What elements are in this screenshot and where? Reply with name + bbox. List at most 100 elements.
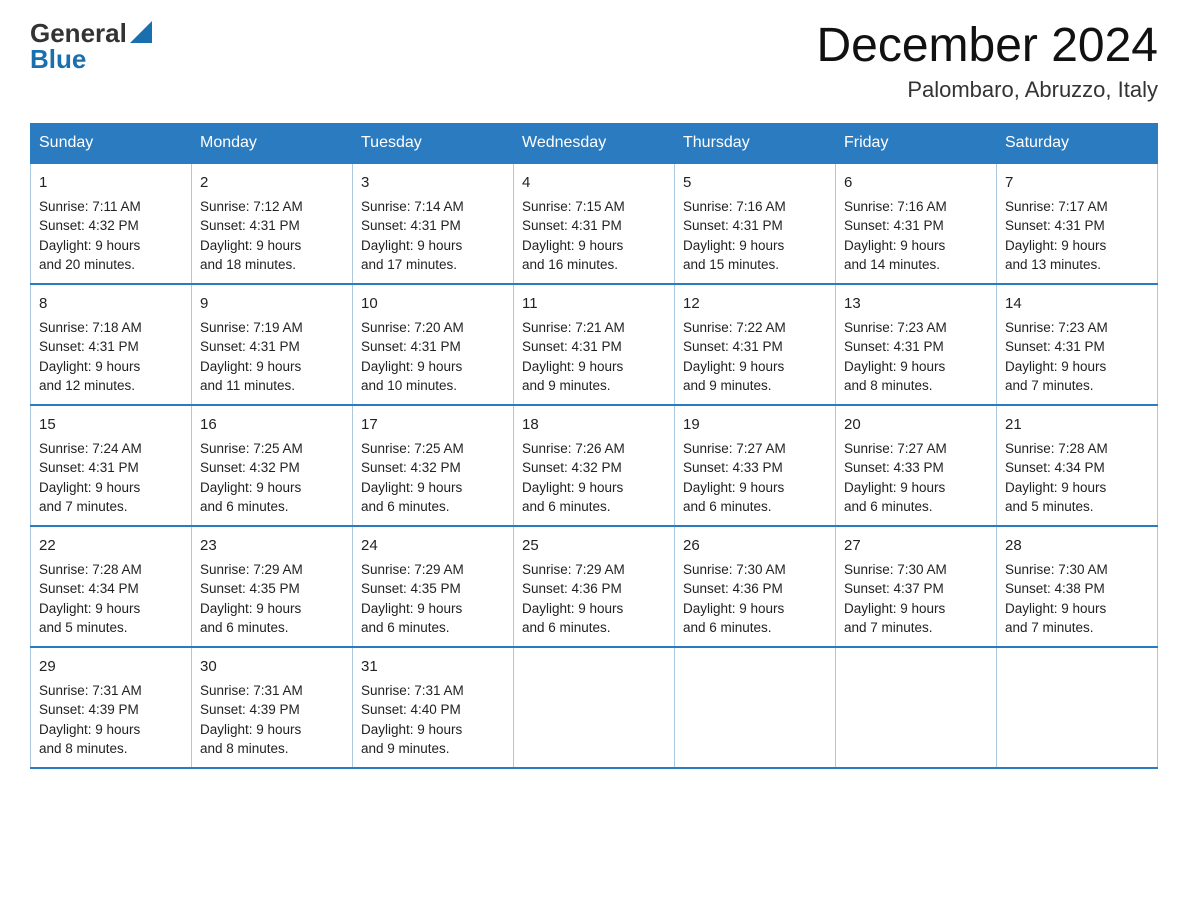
day-info: Sunrise: 7:25 AMSunset: 4:32 PMDaylight:… xyxy=(361,439,505,517)
logo: General Blue xyxy=(30,20,152,72)
week-row-4: 22 Sunrise: 7:28 AMSunset: 4:34 PMDayligh… xyxy=(31,526,1158,647)
calendar-cell: 4Sunrise: 7:15 AMSunset: 4:31 PMDaylight… xyxy=(514,163,675,284)
day-info: Sunrise: 7:30 AMSunset: 4:38 PMDaylight:… xyxy=(1005,560,1149,638)
calendar-cell: 8 Sunrise: 7:18 AMSunset: 4:31 PMDaylight… xyxy=(31,284,192,405)
calendar-cell: 16Sunrise: 7:25 AMSunset: 4:32 PMDayligh… xyxy=(192,405,353,526)
day-info: Sunrise: 7:22 AMSunset: 4:31 PMDaylight:… xyxy=(683,318,827,396)
header-monday: Monday xyxy=(192,123,353,163)
header-friday: Friday xyxy=(836,123,997,163)
day-number: 24 xyxy=(361,535,505,557)
day-number: 18 xyxy=(522,414,666,436)
calendar-cell: 24 Sunrise: 7:29 AMSunset: 4:35 PMDayligh… xyxy=(353,526,514,647)
day-info: Sunrise: 7:29 AMSunset: 4:35 PMDaylight:… xyxy=(361,560,505,638)
calendar-cell: 17 Sunrise: 7:25 AMSunset: 4:32 PMDayligh… xyxy=(353,405,514,526)
day-info: Sunrise: 7:26 AMSunset: 4:32 PMDaylight:… xyxy=(522,439,666,517)
calendar-cell xyxy=(514,647,675,768)
week-row-3: 15 Sunrise: 7:24 AMSunset: 4:31 PMDayligh… xyxy=(31,405,1158,526)
header-tuesday: Tuesday xyxy=(353,123,514,163)
day-number: 26 xyxy=(683,535,827,557)
calendar-cell: 26 Sunrise: 7:30 AMSunset: 4:36 PMDayligh… xyxy=(675,526,836,647)
day-number: 17 xyxy=(361,414,505,436)
calendar-cell: 5Sunrise: 7:16 AMSunset: 4:31 PMDaylight… xyxy=(675,163,836,284)
day-info: Sunrise: 7:28 AMSunset: 4:34 PMDaylight:… xyxy=(1005,439,1149,517)
day-info: Sunrise: 7:16 AMSunset: 4:31 PMDaylight:… xyxy=(683,197,827,275)
calendar-cell: 2 Sunrise: 7:12 AMSunset: 4:31 PMDaylight… xyxy=(192,163,353,284)
day-number: 19 xyxy=(683,414,827,436)
day-info: Sunrise: 7:16 AMSunset: 4:31 PMDaylight:… xyxy=(844,197,988,275)
header-wednesday: Wednesday xyxy=(514,123,675,163)
day-number: 2 xyxy=(200,172,344,194)
day-number: 23 xyxy=(200,535,344,557)
day-info: Sunrise: 7:11 AMSunset: 4:32 PMDaylight:… xyxy=(39,197,183,275)
calendar-cell: 20 Sunrise: 7:27 AMSunset: 4:33 PMDayligh… xyxy=(836,405,997,526)
calendar-cell: 7Sunrise: 7:17 AMSunset: 4:31 PMDaylight… xyxy=(997,163,1158,284)
day-info: Sunrise: 7:30 AMSunset: 4:36 PMDaylight:… xyxy=(683,560,827,638)
day-info: Sunrise: 7:12 AMSunset: 4:31 PMDaylight:… xyxy=(200,197,344,275)
calendar-cell: 30 Sunrise: 7:31 AMSunset: 4:39 PMDayligh… xyxy=(192,647,353,768)
calendar-cell: 27 Sunrise: 7:30 AMSunset: 4:37 PMDayligh… xyxy=(836,526,997,647)
day-number: 6 xyxy=(844,172,988,194)
calendar-cell: 11 Sunrise: 7:21 AMSunset: 4:31 PMDayligh… xyxy=(514,284,675,405)
day-number: 12 xyxy=(683,293,827,315)
day-number: 20 xyxy=(844,414,988,436)
calendar-cell xyxy=(836,647,997,768)
day-number: 27 xyxy=(844,535,988,557)
calendar-cell xyxy=(997,647,1158,768)
calendar-cell: 14 Sunrise: 7:23 AMSunset: 4:31 PMDayligh… xyxy=(997,284,1158,405)
day-number: 25 xyxy=(522,535,666,557)
day-number: 11 xyxy=(522,293,666,315)
calendar-cell: 23 Sunrise: 7:29 AMSunset: 4:35 PMDayligh… xyxy=(192,526,353,647)
day-number: 22 xyxy=(39,535,183,557)
header-thursday: Thursday xyxy=(675,123,836,163)
day-number: 4 xyxy=(522,172,666,194)
month-title: December 2024 xyxy=(816,20,1158,73)
day-number: 16 xyxy=(200,414,344,436)
day-number: 9 xyxy=(200,293,344,315)
day-info: Sunrise: 7:24 AMSunset: 4:31 PMDaylight:… xyxy=(39,439,183,517)
calendar-cell: 6 Sunrise: 7:16 AMSunset: 4:31 PMDaylight… xyxy=(836,163,997,284)
day-info: Sunrise: 7:29 AMSunset: 4:36 PMDaylight:… xyxy=(522,560,666,638)
calendar-cell: 1 Sunrise: 7:11 AMSunset: 4:32 PMDaylight… xyxy=(31,163,192,284)
day-info: Sunrise: 7:23 AMSunset: 4:31 PMDaylight:… xyxy=(844,318,988,396)
day-info: Sunrise: 7:18 AMSunset: 4:31 PMDaylight:… xyxy=(39,318,183,396)
calendar-cell xyxy=(675,647,836,768)
calendar-cell: 19 Sunrise: 7:27 AMSunset: 4:33 PMDayligh… xyxy=(675,405,836,526)
day-info: Sunrise: 7:27 AMSunset: 4:33 PMDaylight:… xyxy=(683,439,827,517)
day-number: 3 xyxy=(361,172,505,194)
day-number: 13 xyxy=(844,293,988,315)
day-number: 10 xyxy=(361,293,505,315)
day-info: Sunrise: 7:31 AMSunset: 4:39 PMDaylight:… xyxy=(200,681,344,759)
day-number: 7 xyxy=(1005,172,1149,194)
week-row-5: 29 Sunrise: 7:31 AMSunset: 4:39 PMDayligh… xyxy=(31,647,1158,768)
day-number: 31 xyxy=(361,656,505,678)
day-info: Sunrise: 7:29 AMSunset: 4:35 PMDaylight:… xyxy=(200,560,344,638)
day-info: Sunrise: 7:27 AMSunset: 4:33 PMDaylight:… xyxy=(844,439,988,517)
header-row: SundayMondayTuesdayWednesdayThursdayFrid… xyxy=(31,123,1158,163)
day-info: Sunrise: 7:21 AMSunset: 4:31 PMDaylight:… xyxy=(522,318,666,396)
day-number: 30 xyxy=(200,656,344,678)
calendar-cell: 13 Sunrise: 7:23 AMSunset: 4:31 PMDayligh… xyxy=(836,284,997,405)
day-number: 1 xyxy=(39,172,183,194)
day-info: Sunrise: 7:23 AMSunset: 4:31 PMDaylight:… xyxy=(1005,318,1149,396)
week-row-2: 8 Sunrise: 7:18 AMSunset: 4:31 PMDaylight… xyxy=(31,284,1158,405)
title-area: December 2024 Palombaro, Abruzzo, Italy xyxy=(816,20,1158,103)
calendar-cell: 3 Sunrise: 7:14 AMSunset: 4:31 PMDaylight… xyxy=(353,163,514,284)
calendar-cell: 18 Sunrise: 7:26 AMSunset: 4:32 PMDayligh… xyxy=(514,405,675,526)
day-info: Sunrise: 7:30 AMSunset: 4:37 PMDaylight:… xyxy=(844,560,988,638)
header-sunday: Sunday xyxy=(31,123,192,163)
day-number: 15 xyxy=(39,414,183,436)
day-info: Sunrise: 7:31 AMSunset: 4:40 PMDaylight:… xyxy=(361,681,505,759)
calendar-cell: 10Sunrise: 7:20 AMSunset: 4:31 PMDayligh… xyxy=(353,284,514,405)
calendar-cell: 15 Sunrise: 7:24 AMSunset: 4:31 PMDayligh… xyxy=(31,405,192,526)
day-number: 8 xyxy=(39,293,183,315)
day-number: 29 xyxy=(39,656,183,678)
calendar-cell: 25 Sunrise: 7:29 AMSunset: 4:36 PMDayligh… xyxy=(514,526,675,647)
day-info: Sunrise: 7:14 AMSunset: 4:31 PMDaylight:… xyxy=(361,197,505,275)
calendar-cell: 29Sunrise: 7:31 AMSunset: 4:39 PMDayligh… xyxy=(31,647,192,768)
day-info: Sunrise: 7:28 AMSunset: 4:34 PMDaylight:… xyxy=(39,560,183,638)
calendar-cell: 9Sunrise: 7:19 AMSunset: 4:31 PMDaylight… xyxy=(192,284,353,405)
page-header: General Blue December 2024 Palombaro, Ab… xyxy=(30,20,1158,103)
logo-general-text: General xyxy=(30,20,127,46)
day-number: 14 xyxy=(1005,293,1149,315)
logo-blue-text: Blue xyxy=(30,46,86,72)
